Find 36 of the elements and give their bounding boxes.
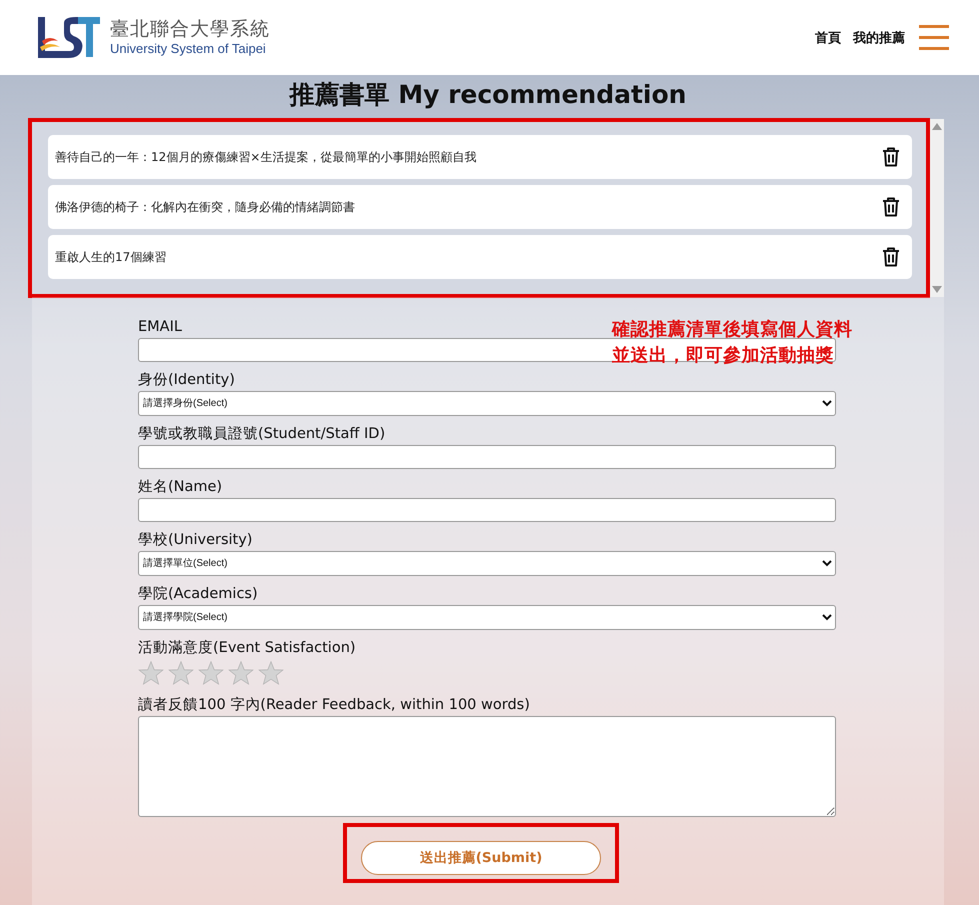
star-icon[interactable]	[168, 660, 194, 686]
field-label: 學院(Academics)	[138, 585, 258, 604]
star-icon[interactable]	[198, 660, 224, 686]
select-dropdown[interactable]: 請選擇學院(Select)	[138, 605, 836, 630]
trash-icon[interactable]	[882, 147, 900, 167]
feedback-textarea[interactable]	[138, 716, 836, 817]
field-label: 身份(Identity)	[138, 371, 235, 390]
input-field[interactable]	[138, 498, 836, 522]
scrollbar[interactable]	[930, 119, 944, 297]
book-item[interactable]: 善待自己的一年：12個月的療傷練習×生活提案，從最簡單的小事開始照顧自我	[48, 135, 912, 179]
book-item[interactable]: 佛洛伊德的椅子：化解內在衝突，隨身必備的情緒調節書	[48, 185, 912, 229]
field-label: EMAIL	[138, 318, 182, 337]
trash-icon[interactable]	[882, 247, 900, 267]
field-label: 讀者反饋100 字內(Reader Feedback, within 100 words)	[138, 696, 530, 715]
select-dropdown[interactable]: 請選擇單位(Select)	[138, 551, 836, 576]
nav-link[interactable]: 首頁	[815, 28, 841, 46]
trash-icon[interactable]	[882, 197, 900, 217]
instruction-note: 確認推薦清單後填寫個人資料	[612, 318, 852, 342]
field-label: 活動滿意度(Event Satisfaction)	[138, 638, 356, 658]
nav-link[interactable]: 我的推薦	[853, 28, 905, 46]
page-title: 推薦書單 My recommendation	[288, 79, 688, 111]
star-icon[interactable]	[228, 660, 254, 686]
field-label: 姓名(Name)	[138, 478, 222, 497]
input-field[interactable]	[138, 445, 836, 469]
book-item[interactable]: 重啟人生的17個練習	[48, 235, 912, 279]
logo-title: 臺北聯合大學系統	[110, 18, 270, 41]
field-label: 學號或教職員證號(Student/Staff ID)	[138, 425, 386, 444]
select-dropdown[interactable]: 請選擇身份(Select)	[138, 391, 836, 416]
instruction-note: 並送出，即可參加活動抽獎	[612, 344, 835, 368]
field-label: 學校(University)	[138, 531, 252, 550]
menu-icon[interactable]	[919, 24, 949, 50]
star-icon[interactable]	[258, 660, 284, 686]
submit-button[interactable]: 送出推薦(Submit)	[361, 841, 601, 875]
logo-icon	[36, 14, 102, 60]
logo-subtitle: University System of Taipei	[110, 41, 267, 57]
star-icon[interactable]	[138, 660, 164, 686]
